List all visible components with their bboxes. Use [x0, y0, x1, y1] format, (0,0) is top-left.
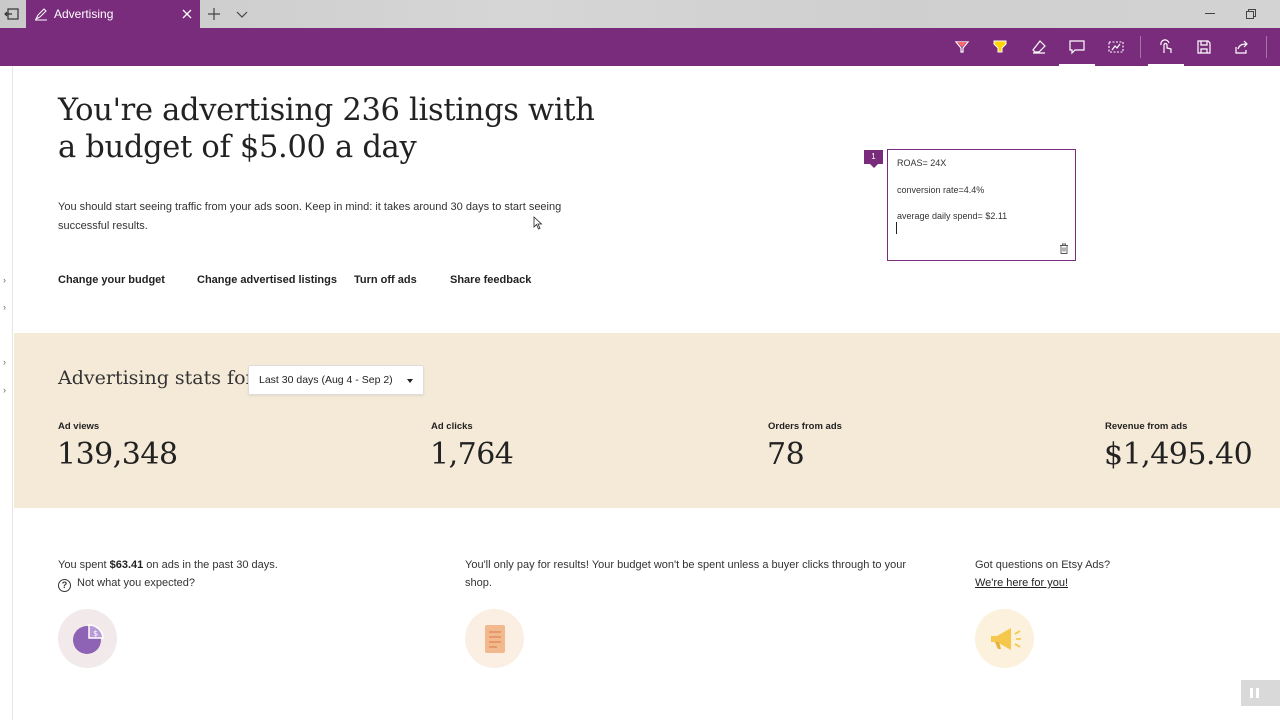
spend-prefix: You spent	[58, 559, 110, 571]
stats-panel	[14, 333, 1280, 508]
pie-chart-icon: $	[72, 623, 104, 654]
note-marker[interactable]: 1	[864, 150, 883, 168]
touch-write-tool[interactable]	[1148, 36, 1184, 66]
help-icon: ?	[58, 579, 71, 592]
change-listings-link[interactable]: Change advertised listings	[197, 274, 337, 286]
megaphone-icon	[990, 627, 1021, 650]
eraser-tool[interactable]	[1027, 36, 1051, 58]
results-illustration	[465, 609, 524, 668]
ad-views-value: 139,348	[57, 437, 178, 472]
clip-tool[interactable]	[1104, 36, 1128, 58]
trash-icon[interactable]	[1059, 243, 1069, 254]
receipt-icon	[484, 624, 505, 653]
note-line: average daily spend= $2.11	[897, 211, 1008, 221]
save-tool[interactable]	[1192, 36, 1216, 58]
questions-info: Got questions on Etsy Ads? We're here fo…	[975, 556, 1235, 592]
help-illustration	[975, 609, 1034, 668]
share-icon	[1235, 40, 1248, 54]
highlighter-icon	[993, 40, 1007, 53]
eraser-icon	[1032, 40, 1046, 54]
restore-icon[interactable]	[1246, 9, 1256, 19]
svg-text:$: $	[93, 629, 98, 638]
tab-advertising[interactable]: Advertising	[26, 0, 200, 28]
chevron-right-icon[interactable]: ›	[3, 302, 6, 312]
toolbar-divider	[1266, 36, 1267, 58]
browser-tab-bar: Advertising	[0, 0, 1280, 28]
spend-illustration: $	[58, 609, 117, 668]
left-sidebar-edge: › › › ›	[0, 66, 13, 720]
close-icon[interactable]	[180, 7, 194, 21]
revenue-label: Revenue from ads	[1105, 421, 1188, 432]
add-note-icon	[1069, 40, 1085, 55]
ballpoint-pen-icon	[954, 41, 970, 53]
toolbar-divider	[1140, 36, 1141, 58]
clip-icon	[1108, 41, 1124, 53]
add-note-tool[interactable]	[1059, 36, 1095, 66]
spend-suffix: on ads in the past 30 days.	[143, 559, 278, 571]
pause-button[interactable]	[1241, 680, 1280, 706]
note-line: ROAS= 24X	[897, 158, 947, 168]
note-line: conversion rate=4.4%	[897, 184, 985, 195]
highlighter-tool[interactable]	[988, 36, 1012, 58]
touch-write-icon	[1160, 39, 1172, 53]
chevron-down-icon[interactable]	[236, 8, 248, 20]
spend-info: You spent $63.41 on ads in the past 30 d…	[58, 556, 398, 592]
share-feedback-link[interactable]: Share feedback	[450, 274, 531, 286]
ad-clicks-value: 1,764	[430, 437, 514, 472]
caret-down-icon	[407, 379, 413, 383]
here-for-you-link[interactable]: We're here for you!	[975, 574, 1235, 592]
pen-icon	[34, 8, 47, 21]
plus-icon[interactable]	[207, 7, 221, 21]
turn-off-ads-link[interactable]: Turn off ads	[354, 274, 417, 286]
text-caret	[896, 222, 897, 234]
revenue-value: $1,495.40	[1104, 437, 1253, 472]
back-icon[interactable]	[4, 6, 20, 22]
stats-title: Advertising stats for	[58, 367, 255, 389]
not-expected-text: Not what you expected?	[77, 577, 196, 589]
page-title: You're advertising 236 listings with a b…	[58, 93, 595, 165]
ad-clicks-label: Ad clicks	[431, 421, 473, 432]
page-subtext: You should start seeing traffic from you…	[58, 201, 562, 232]
save-icon	[1197, 40, 1211, 54]
not-expected-link[interactable]: ? Not what you expected?	[58, 574, 398, 592]
spend-amount: $63.41	[109, 559, 144, 571]
pause-icon	[1256, 688, 1259, 698]
chevron-right-icon[interactable]: ›	[3, 385, 6, 395]
mouse-cursor-icon	[533, 216, 543, 230]
chevron-right-icon[interactable]: ›	[3, 357, 6, 367]
ballpoint-pen-tool[interactable]	[950, 36, 974, 58]
date-range-select[interactable]: Last 30 days (Aug 4 - Sep 2)	[248, 365, 424, 395]
orders-label: Orders from ads	[768, 421, 842, 432]
ink-toolbar	[0, 28, 1280, 66]
pause-icon	[1250, 688, 1253, 698]
orders-value: 78	[767, 437, 805, 472]
sticky-note[interactable]: ROAS= 24X conversion rate=4.4% average d…	[887, 149, 1076, 261]
date-range-value: Last 30 days (Aug 4 - Sep 2)	[259, 374, 393, 386]
spend-text: You spent $63.41 on ads in the past 30 d…	[58, 556, 398, 574]
minimize-icon[interactable]	[1205, 13, 1215, 14]
ad-views-label: Ad views	[58, 421, 100, 432]
tab-title: Advertising	[54, 7, 114, 21]
chevron-right-icon[interactable]: ›	[3, 275, 6, 285]
pay-results-info: You'll only pay for results! Your budget…	[465, 559, 907, 589]
questions-text: Got questions on Etsy Ads?	[975, 559, 1111, 571]
share-tool[interactable]	[1230, 36, 1254, 58]
change-budget-link[interactable]: Change your budget	[58, 274, 165, 286]
